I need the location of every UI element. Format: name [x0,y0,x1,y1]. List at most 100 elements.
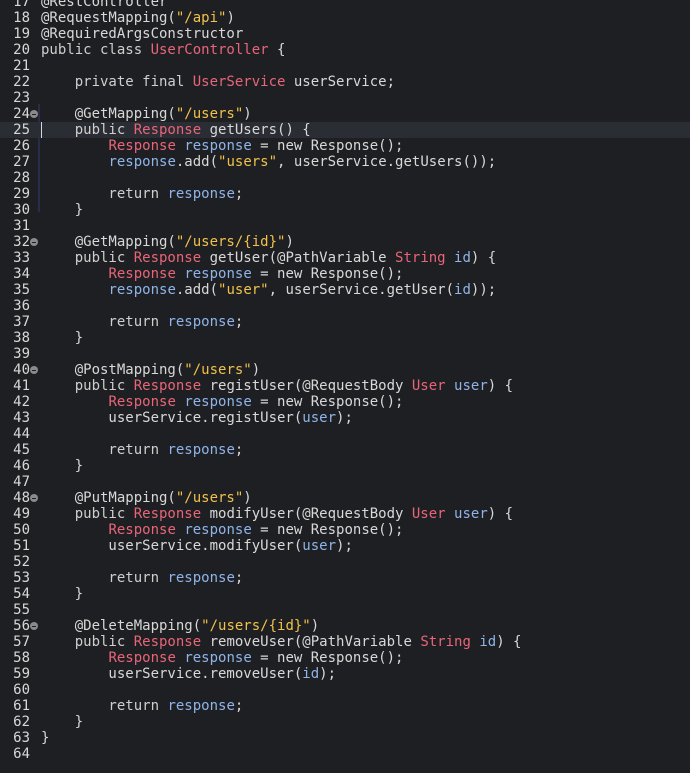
code-line[interactable]: 58 Response response = new Response(); [0,650,690,666]
code-token: ; [234,314,244,330]
code-line[interactable]: 63} [0,730,690,746]
code-line[interactable]: 36 [0,298,690,314]
code-token: ) [310,618,320,634]
code-line[interactable]: 22 private final UserService userService… [0,74,690,90]
code-text: public Response removeUser(@PathVariable… [41,634,522,650]
code-line[interactable]: 33 public Response getUser(@PathVariable… [0,250,690,266]
code-token: @GetMapping( [41,106,176,122]
line-number: 29 [13,186,30,202]
code-token: id [454,250,471,266]
code-line[interactable]: 23 [0,90,690,106]
code-line[interactable]: 64 [0,746,690,762]
code-token: response [167,186,235,202]
fold-collapse-icon[interactable] [30,494,38,502]
code-text: Response response = new Response(); [41,650,403,666]
code-line[interactable]: 62 } [0,714,690,730]
code-token: response [108,154,176,170]
fold-collapse-icon[interactable] [30,110,38,118]
code-text: @PutMapping("/users") [41,490,252,506]
code-line[interactable]: 41 public Response registUser(@RequestBo… [0,378,690,394]
code-line[interactable]: 29 return response; [0,186,690,202]
code-text: @RestController [41,0,167,10]
code-token: user [302,538,337,554]
code-line[interactable]: 50 Response response = new Response(); [0,522,690,538]
code-line[interactable]: 18 @RequestMapping("/api") [0,10,690,26]
code-token: response [184,522,252,538]
line-number: 26 [13,138,30,154]
fold-collapse-icon[interactable] [30,366,38,374]
code-token: ; [234,186,244,202]
code-line[interactable]: 46 } [0,458,690,474]
code-line[interactable]: 34 Response response = new Response(); [0,266,690,282]
code-token: @PutMapping( [41,490,176,506]
code-text: return response; [41,314,243,330]
code-text: return response; [41,186,243,202]
code-line[interactable]: 60 [0,682,690,698]
code-token: = new Response(); [251,522,404,538]
line-number: 60 [13,682,30,698]
code-line[interactable]: 54 } [0,586,690,602]
code-line[interactable]: 44 [0,426,690,442]
line-number: 39 [13,346,30,362]
code-token: userService.registUser( [41,410,303,426]
code-line[interactable]: 38 } [0,330,690,346]
line-number: 38 [13,330,30,346]
code-token: public class [41,42,151,58]
line-number: 53 [13,570,30,586]
code-line[interactable]: 30 } [0,202,690,218]
code-line[interactable]: 40 @PostMapping("/users") [0,362,690,378]
fold-collapse-icon[interactable] [30,238,38,246]
code-token: ) { [487,378,514,394]
code-line[interactable]: 59 userService.removeUser(id); [0,666,690,682]
code-line[interactable]: 43 userService.registUser(user); [0,410,690,426]
code-line[interactable]: 17 @RestController [0,0,690,10]
code-line[interactable]: 37 return response; [0,314,690,330]
line-number: 62 [13,714,30,730]
code-line[interactable]: 26 Response response = new Response(); [0,138,690,154]
code-text: return response; [41,442,243,458]
code-line[interactable]: 25 public Response getUsers() { [0,122,690,138]
code-line[interactable]: 51 userService.modifyUser(user); [0,538,690,554]
code-line[interactable]: 52 [0,554,690,570]
code-line[interactable]: 47 [0,474,690,490]
code-line[interactable]: 56 @DeleteMapping("/users/{id}") [0,618,690,634]
code-token: Response [133,378,202,394]
code-editor[interactable]: 17 @RestController 18 @RequestMapping("/api… [0,0,690,762]
code-token: id [479,634,497,650]
code-token: String [395,250,446,266]
code-lines[interactable]: 17 @RestController 18 @RequestMapping("/api… [0,0,690,762]
line-number: 37 [13,314,30,330]
code-line[interactable]: 32 @GetMapping("/users/{id}") [0,234,690,250]
code-token: ) [243,106,252,122]
line-number: 36 [13,298,30,314]
code-line[interactable]: 57 public Response removeUser(@PathVaria… [0,634,690,650]
code-line[interactable]: 53 return response; [0,570,690,586]
code-line[interactable]: 42 Response response = new Response(); [0,394,690,410]
fold-collapse-icon[interactable] [30,622,38,630]
code-line[interactable]: 24 @GetMapping("/users") [0,106,690,122]
code-line[interactable]: 39 [0,346,690,362]
code-line[interactable]: 61 return response; [0,698,690,714]
line-number: 49 [13,506,30,522]
code-line[interactable]: 21 [0,58,690,74]
code-line[interactable]: 35 response.add("user", userService.getU… [0,282,690,298]
code-text: @GetMapping("/users") [41,106,252,122]
line-number: 34 [13,266,30,282]
code-token: user [454,506,488,522]
code-line[interactable]: 27 response.add("users", userService.get… [0,154,690,170]
code-token: = new Response(); [251,266,404,282]
code-line[interactable]: 20 public class UserController { [0,42,690,58]
code-token: )); [470,282,497,298]
code-token: ) { [496,634,522,650]
code-line[interactable]: 49 public Response modifyUser(@RequestBo… [0,506,690,522]
code-line[interactable]: 31 [0,218,690,234]
code-token: @RestController [41,0,168,10]
code-line[interactable]: 55 [0,602,690,618]
code-line[interactable]: 45 return response; [0,442,690,458]
code-line[interactable]: 28 [0,170,690,186]
code-text: @RequestMapping("/api") [41,10,235,26]
code-line[interactable]: 48 @PutMapping("/users") [0,490,690,506]
code-line[interactable]: 19 @RequiredArgsConstructor [0,26,690,42]
